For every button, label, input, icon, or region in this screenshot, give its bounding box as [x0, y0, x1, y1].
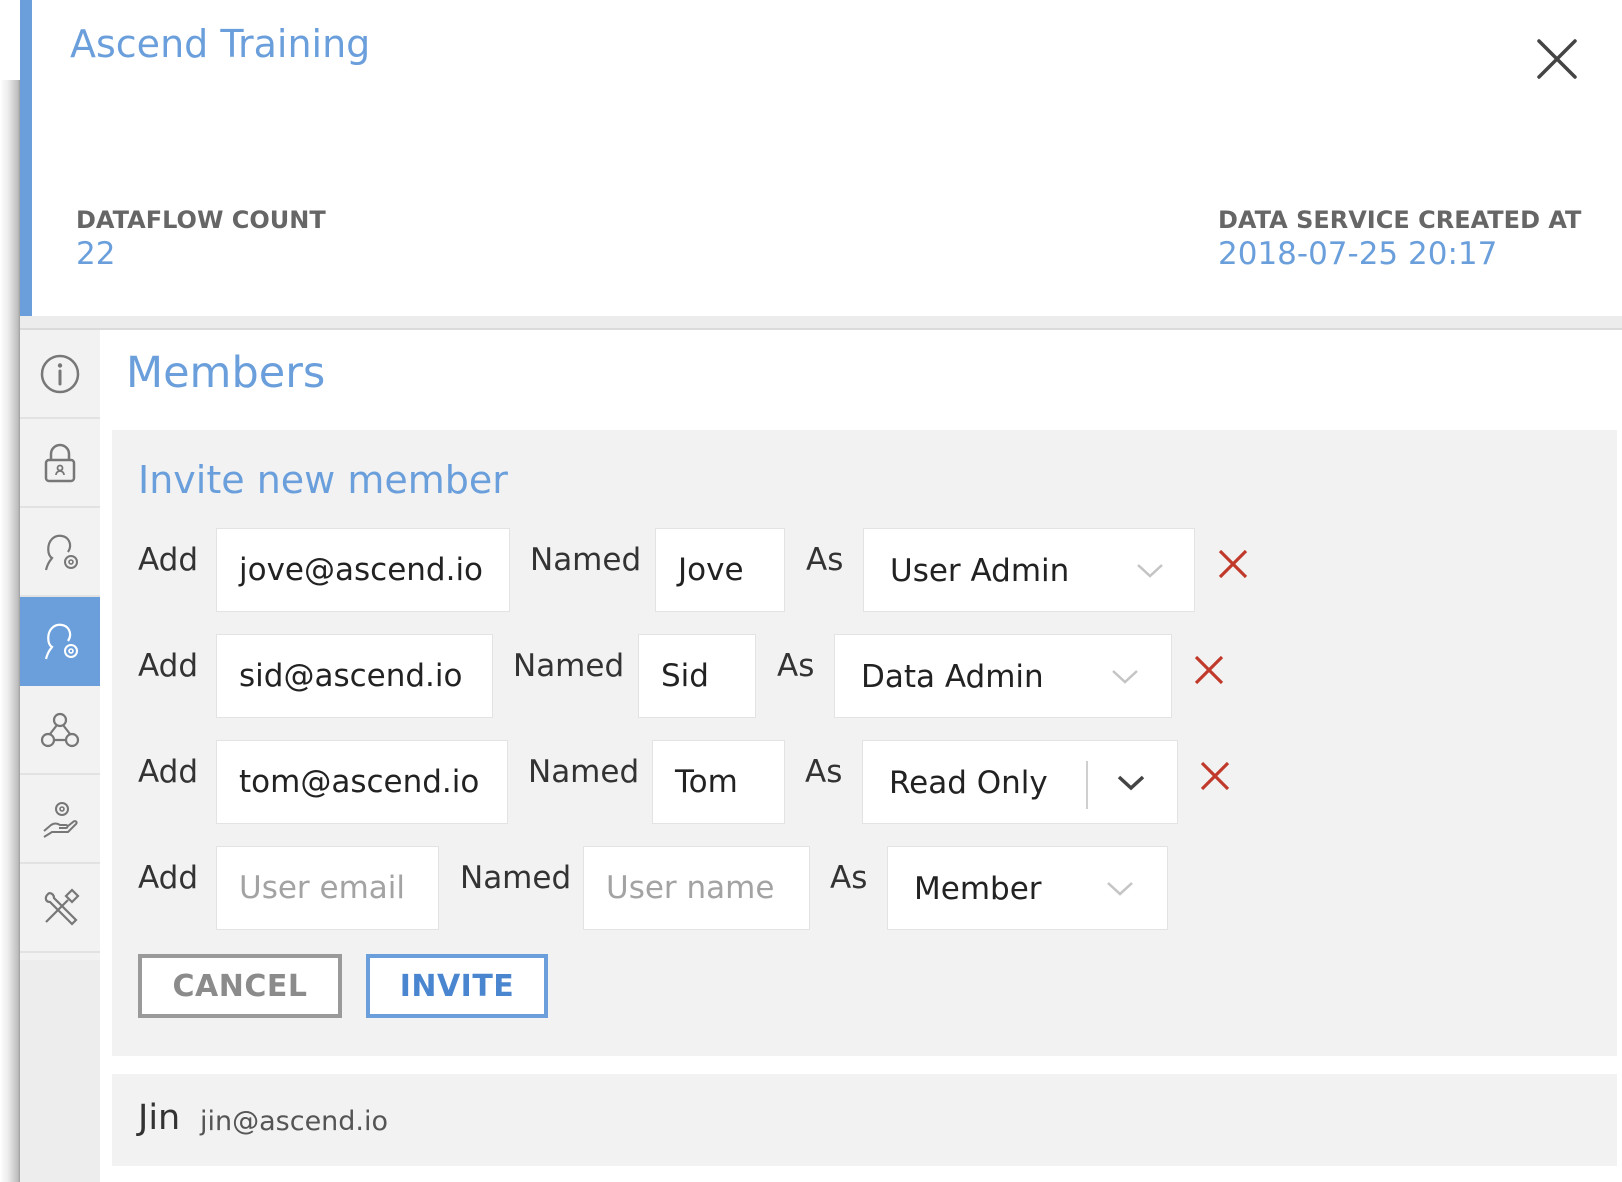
named-label: Named — [530, 542, 642, 578]
user-settings-icon — [44, 534, 78, 570]
add-label: Add — [138, 648, 199, 684]
sidebar-item-webhooks[interactable] — [20, 686, 100, 775]
member-name: Jin — [138, 1098, 181, 1138]
cancel-button[interactable]: CANCEL — [138, 954, 342, 1018]
info-icon — [40, 354, 80, 393]
sidebar-item-info[interactable] — [20, 330, 100, 419]
role-select-value: Data Admin — [861, 659, 1044, 695]
role-select-value: Read Only — [889, 765, 1048, 801]
panel-header: Ascend Training DATAFLOW COUNT 22 DATA S… — [20, 0, 1622, 316]
main-content: Members Invite new member Add jove@ascen… — [100, 330, 1622, 1182]
member-list-item[interactable]: Jin jin@ascend.io — [112, 1074, 1617, 1166]
sidebar-item-tools[interactable] — [20, 864, 100, 953]
remove-row-icon[interactable] — [1197, 758, 1233, 794]
name-input[interactable]: User name — [583, 846, 810, 930]
sidebar-empty-area — [20, 960, 100, 1182]
section-title: Members — [126, 348, 326, 398]
chevron-down-icon — [1107, 882, 1133, 896]
invite-form: Invite new member Add jove@ascend.io Nam… — [112, 430, 1617, 1056]
as-label: As — [806, 542, 844, 578]
name-input[interactable]: Tom — [652, 740, 785, 824]
invite-button[interactable]: INVITE — [366, 954, 548, 1018]
add-label: Add — [138, 754, 199, 790]
page-title: Ascend Training — [70, 22, 371, 66]
dataflow-count-value: 22 — [76, 236, 116, 272]
role-select[interactable]: Member — [887, 846, 1168, 930]
invite-title: Invite new member — [138, 458, 508, 502]
sidebar — [20, 330, 100, 1182]
as-label: As — [777, 648, 815, 684]
dataflow-count-label: DATAFLOW COUNT — [76, 206, 326, 234]
sidebar-item-services[interactable] — [20, 775, 100, 864]
add-label: Add — [138, 860, 199, 896]
accent-bar — [20, 0, 32, 316]
role-select[interactable]: Read Only — [862, 740, 1178, 824]
tools-icon — [44, 887, 80, 926]
chevron-down-icon — [1112, 670, 1138, 684]
named-label: Named — [513, 648, 625, 684]
name-input[interactable]: Jove — [655, 528, 785, 612]
role-select[interactable]: User Admin — [863, 528, 1195, 612]
member-email: jin@ascend.io — [200, 1106, 389, 1137]
members-icon — [44, 623, 78, 659]
select-divider — [1086, 761, 1088, 809]
name-input[interactable]: Sid — [638, 634, 756, 718]
named-label: Named — [460, 860, 572, 896]
role-select-value: User Admin — [890, 553, 1070, 589]
chevron-down-icon — [1137, 564, 1163, 578]
data-service-panel: Ascend Training DATAFLOW COUNT 22 DATA S… — [20, 0, 1622, 1182]
window-shadow — [0, 0, 20, 1182]
lock-icon — [44, 443, 76, 482]
remove-row-icon[interactable] — [1191, 652, 1227, 688]
named-label: Named — [528, 754, 640, 790]
as-label: As — [830, 860, 868, 896]
as-label: As — [805, 754, 843, 790]
sidebar-item-user-settings[interactable] — [20, 508, 100, 597]
role-select[interactable]: Data Admin — [834, 634, 1172, 718]
header-separator — [20, 316, 1622, 330]
email-input[interactable]: tom@ascend.io — [216, 740, 508, 824]
service-hand-icon — [43, 801, 78, 838]
webhook-icon — [40, 712, 80, 747]
close-icon[interactable] — [1530, 32, 1584, 86]
chevron-down-icon — [1117, 775, 1145, 791]
email-input[interactable]: User email — [216, 846, 439, 930]
created-at-label: DATA SERVICE CREATED AT — [1218, 206, 1582, 234]
email-input[interactable]: jove@ascend.io — [216, 528, 510, 612]
created-at-value: 2018-07-25 20:17 — [1218, 236, 1498, 272]
add-label: Add — [138, 542, 199, 578]
email-input[interactable]: sid@ascend.io — [216, 634, 493, 718]
remove-row-icon[interactable] — [1215, 546, 1251, 582]
window-shadow-top — [0, 0, 20, 80]
sidebar-item-security[interactable] — [20, 419, 100, 508]
sidebar-item-members[interactable] — [20, 597, 100, 686]
role-select-value: Member — [914, 871, 1042, 907]
